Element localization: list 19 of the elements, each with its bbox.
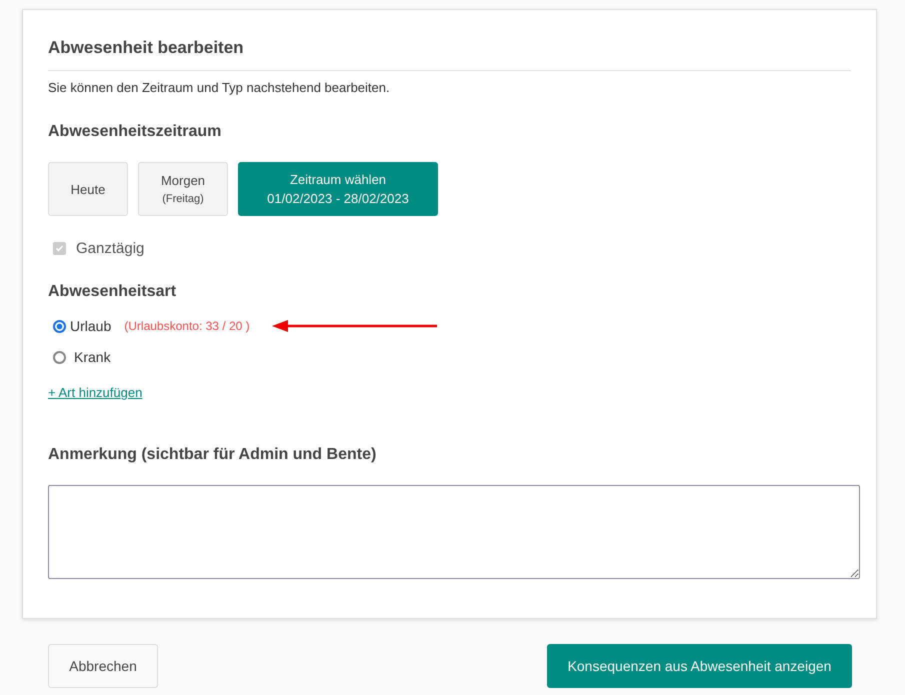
dialog-description: Sie können den Zeitraum und Typ nachstehend bearbeiten. xyxy=(48,80,390,95)
period-button[interactable]: Heute xyxy=(48,162,128,216)
period-button[interactable]: Zeitraum wählen 01/02/2023 - 28/02/2023 xyxy=(238,162,438,216)
show-consequences-button[interactable]: Konsequenzen aus Abwesenheit anzeigen xyxy=(547,644,852,688)
type-label: Urlaub xyxy=(70,318,112,334)
section-heading: Anmerkung (sichtbar für Admin und Bente) xyxy=(48,446,376,464)
period-button[interactable]: Morgen (Freitag) xyxy=(138,162,228,216)
cancel-button[interactable]: Abbrechen xyxy=(48,644,158,688)
section-heading: Abwesenheitsart xyxy=(48,283,176,301)
check-icon xyxy=(55,244,64,253)
vacation-balance-note: (Urlaubskonto: 33 / 20 ) xyxy=(124,319,250,333)
type-label: Krank xyxy=(74,349,111,365)
note-field[interactable] xyxy=(48,485,860,579)
add-type-link[interactable]: + Art hinzufügen xyxy=(48,385,142,400)
section-heading: Abwesenheitszeitraum xyxy=(48,123,222,141)
all-day-label: Ganztägig xyxy=(76,240,144,257)
type-radio[interactable] xyxy=(53,350,66,364)
dialog-title: Abwesenheit bearbeiten xyxy=(48,38,851,71)
type-radio[interactable] xyxy=(53,320,66,332)
